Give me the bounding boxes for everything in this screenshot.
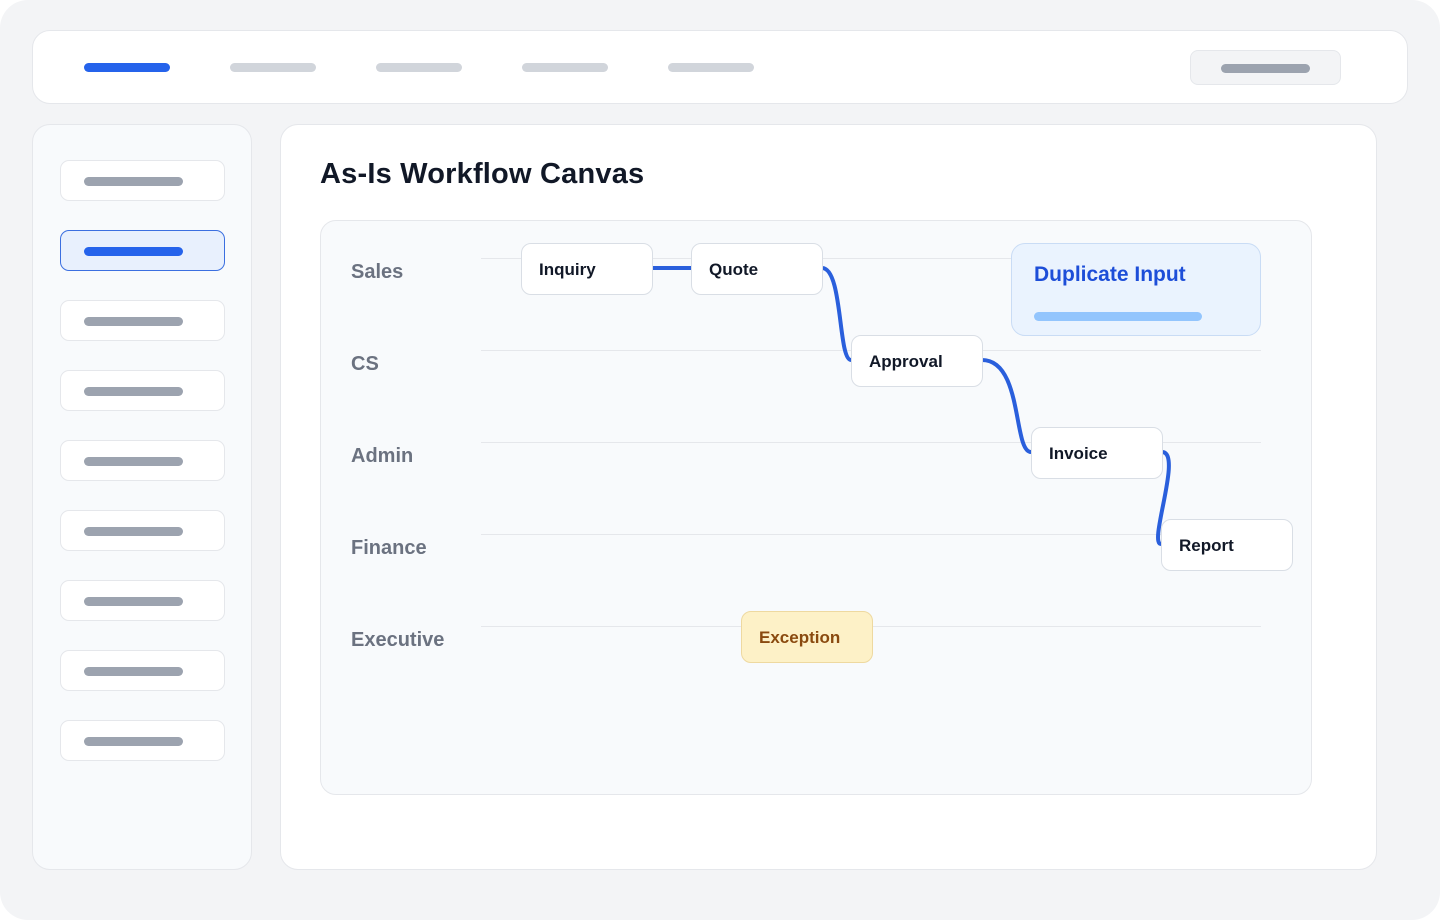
workflow-canvas[interactable]: Sales CS Admin Finance Executive Inquiry… [320, 220, 1312, 795]
sidebar-item-3[interactable] [60, 300, 225, 341]
sidebar-item-7[interactable] [60, 580, 225, 621]
sidebar-item-placeholder [84, 527, 183, 536]
nav-tab-2[interactable] [230, 63, 316, 72]
sidebar-item-placeholder [84, 247, 183, 256]
node-quote[interactable]: Quote [691, 243, 823, 295]
app-frame: As-Is Workflow Canvas Sales CS Admin Fin… [0, 0, 1440, 920]
sidebar-item-6[interactable] [60, 510, 225, 551]
node-report[interactable]: Report [1161, 519, 1293, 571]
lane-label-executive: Executive [351, 629, 445, 651]
header-action-placeholder [1221, 64, 1310, 73]
sidebar-item-placeholder [84, 387, 183, 396]
sidebar [32, 124, 252, 870]
header-action-button[interactable] [1190, 50, 1341, 85]
sidebar-item-placeholder [84, 457, 183, 466]
sidebar-item-9[interactable] [60, 720, 225, 761]
sidebar-item-placeholder [84, 177, 183, 186]
node-exception[interactable]: Exception [741, 611, 873, 663]
top-navigation [32, 30, 1408, 104]
callout-placeholder-bar [1034, 312, 1202, 321]
sidebar-item-placeholder [84, 597, 183, 606]
duplicate-input-callout[interactable]: Duplicate Input [1011, 243, 1261, 336]
node-invoice[interactable]: Invoice [1031, 427, 1163, 479]
lane-divider-finance [481, 534, 1261, 535]
connector-approval-invoice [980, 358, 1033, 454]
nav-tab-3[interactable] [376, 63, 462, 72]
lane-label-finance: Finance [351, 537, 427, 559]
sidebar-item-8[interactable] [60, 650, 225, 691]
sidebar-item-1[interactable] [60, 160, 225, 201]
callout-title: Duplicate Input [1034, 263, 1186, 286]
connector-quote-approval [820, 266, 853, 362]
node-approval[interactable]: Approval [851, 335, 983, 387]
sidebar-item-4[interactable] [60, 370, 225, 411]
main-panel: As-Is Workflow Canvas Sales CS Admin Fin… [280, 124, 1377, 870]
nav-tab-1-active[interactable] [84, 63, 170, 72]
sidebar-item-placeholder [84, 737, 183, 746]
sidebar-item-placeholder [84, 317, 183, 326]
page-title: As-Is Workflow Canvas [320, 158, 645, 190]
lane-label-sales: Sales [351, 261, 404, 283]
sidebar-item-5[interactable] [60, 440, 225, 481]
nav-tab-5[interactable] [668, 63, 754, 72]
nav-tab-4[interactable] [522, 63, 608, 72]
lane-label-cs: CS [351, 353, 379, 375]
sidebar-item-2-active[interactable] [60, 230, 225, 271]
node-inquiry[interactable]: Inquiry [521, 243, 653, 295]
sidebar-item-placeholder [84, 667, 183, 676]
lane-label-admin: Admin [351, 445, 414, 467]
